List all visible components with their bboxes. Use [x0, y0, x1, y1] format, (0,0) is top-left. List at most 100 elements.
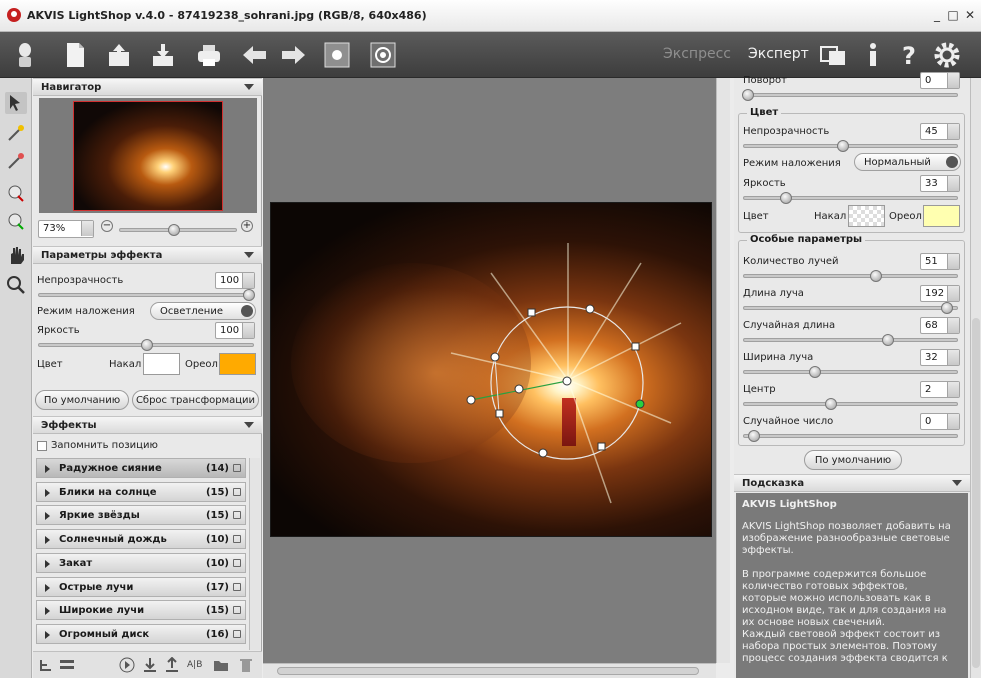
expand-triangle-icon[interactable]: [45, 536, 50, 545]
opacity-slider[interactable]: [38, 289, 255, 301]
expand-triangle-icon[interactable]: [45, 465, 50, 473]
r-opacity-field[interactable]: 45: [920, 123, 960, 140]
param-slider[interactable]: [743, 302, 958, 314]
print-icon[interactable]: [194, 40, 224, 70]
magic-wand-add-icon[interactable]: [5, 122, 27, 144]
scroll-thumb[interactable]: [277, 667, 699, 675]
param-slider[interactable]: [743, 334, 958, 346]
effect-handle[interactable]: [466, 395, 476, 405]
param-slider-knob[interactable]: [869, 270, 882, 282]
effects-header[interactable]: Эффекты: [33, 416, 262, 434]
tree-view-icon[interactable]: [39, 658, 53, 672]
load-element-icon[interactable]: [5, 210, 27, 232]
brightness-field[interactable]: 100: [215, 322, 255, 339]
open-file-icon[interactable]: [104, 40, 134, 70]
effect-handle[interactable]: [490, 352, 500, 362]
zoom-slider[interactable]: [119, 224, 237, 236]
trash-icon[interactable]: [239, 657, 253, 673]
param-spin[interactable]: [947, 350, 959, 365]
list-view-icon[interactable]: [59, 658, 75, 672]
rotation-spin[interactable]: [947, 73, 959, 88]
effect-corner-handle[interactable]: [527, 308, 536, 317]
zoom-field[interactable]: 73%: [38, 220, 94, 238]
reset-transform-button[interactable]: Сброс трансформации: [132, 390, 259, 410]
opacity-spin[interactable]: [242, 273, 254, 288]
info-icon[interactable]: [858, 40, 888, 70]
r-brightness-spin[interactable]: [947, 176, 959, 191]
effects-scrollbar[interactable]: [249, 458, 260, 650]
zoom-tool-icon[interactable]: [5, 274, 27, 296]
expand-triangle-icon[interactable]: [45, 559, 50, 568]
rotation-field[interactable]: 0: [920, 72, 960, 89]
magic-wand-remove-icon[interactable]: [5, 150, 27, 172]
effect-list-item[interactable]: Широкие лучи (15): [36, 600, 246, 621]
navigator-viewport-frame[interactable]: [73, 101, 223, 211]
r-halo-color-swatch[interactable]: [923, 205, 960, 227]
effect-list-item[interactable]: Острые лучи (17): [36, 576, 246, 597]
effect-list-item[interactable]: Огромный диск (16): [36, 623, 246, 644]
r-opacity-slider[interactable]: [743, 140, 958, 152]
param-value-field[interactable]: 32: [920, 349, 960, 366]
mode-expert-tab[interactable]: Эксперт: [748, 46, 809, 62]
opacity-slider-knob[interactable]: [243, 289, 255, 301]
zoom-slider-knob[interactable]: [168, 224, 180, 236]
presets-icon[interactable]: [818, 40, 848, 70]
zoom-out-button[interactable]: −: [101, 220, 113, 232]
undo-arrow-icon[interactable]: [240, 40, 270, 70]
param-slider[interactable]: [743, 430, 958, 442]
zoom-dropdown-icon[interactable]: [81, 221, 93, 236]
save-file-icon[interactable]: [148, 40, 178, 70]
canvas-horizontal-scrollbar[interactable]: [263, 663, 716, 678]
r-blend-select[interactable]: Нормальный: [854, 153, 961, 171]
right-defaults-button[interactable]: По умолчанию: [804, 450, 902, 470]
export-icon[interactable]: [165, 657, 179, 673]
redo-arrow-icon[interactable]: [278, 40, 308, 70]
import-icon[interactable]: [143, 657, 157, 673]
after-preview-icon[interactable]: [368, 40, 398, 70]
effect-handle[interactable]: [514, 384, 524, 394]
param-slider-knob[interactable]: [748, 430, 761, 442]
maximize-button[interactable]: □: [944, 6, 962, 24]
expand-triangle-icon[interactable]: [45, 583, 50, 592]
expand-triangle-icon[interactable]: [45, 512, 50, 521]
settings-gear-icon[interactable]: [932, 40, 962, 70]
effect-handle[interactable]: [538, 448, 548, 458]
param-value-field[interactable]: 2: [920, 381, 960, 398]
param-spin[interactable]: [947, 286, 959, 301]
param-slider[interactable]: [743, 398, 958, 410]
param-value-field[interactable]: 68: [920, 317, 960, 334]
scroll-thumb[interactable]: [972, 318, 980, 668]
r-opacity-slider-knob[interactable]: [837, 140, 849, 152]
hint-header[interactable]: Подсказка: [734, 474, 970, 492]
effect-list-item[interactable]: Закат (10): [36, 552, 246, 573]
remember-position-checkbox[interactable]: [37, 441, 47, 451]
param-spin[interactable]: [947, 318, 959, 333]
param-value-field[interactable]: 192: [920, 285, 960, 302]
right-panel-scrollbar[interactable]: [970, 78, 981, 678]
canvas-vertical-scrollbar[interactable]: [716, 78, 730, 663]
close-button[interactable]: ✕: [961, 6, 979, 24]
effect-handle[interactable]: [585, 304, 595, 314]
effect-list-item[interactable]: Радужное сияние (14): [36, 458, 246, 478]
param-spin[interactable]: [947, 414, 959, 429]
effect-corner-handle[interactable]: [631, 342, 640, 351]
collapse-arrow-icon[interactable]: [244, 422, 254, 428]
folder-icon[interactable]: [213, 658, 229, 672]
effect-list-item[interactable]: Солнечный дождь (10): [36, 529, 246, 550]
effect-list-item[interactable]: Блики на солнце (15): [36, 481, 246, 502]
param-slider[interactable]: [743, 366, 958, 378]
brightness-slider[interactable]: [38, 339, 254, 351]
r-core-color-swatch[interactable]: [848, 205, 885, 227]
param-slider[interactable]: [743, 270, 958, 282]
core-color-swatch[interactable]: [143, 353, 180, 375]
param-value-field[interactable]: 0: [920, 413, 960, 430]
rotation-slider-knob[interactable]: [742, 89, 754, 101]
opacity-field[interactable]: 100: [215, 272, 255, 289]
effect-list-item[interactable]: Яркие звёзды (15): [36, 505, 246, 526]
hand-tool-icon[interactable]: [5, 244, 27, 266]
halo-color-swatch[interactable]: [219, 353, 256, 375]
rotation-slider[interactable]: [742, 89, 958, 101]
effect-params-header[interactable]: Параметры эффекта: [33, 246, 262, 264]
play-icon[interactable]: [119, 657, 135, 673]
param-spin[interactable]: [947, 254, 959, 269]
